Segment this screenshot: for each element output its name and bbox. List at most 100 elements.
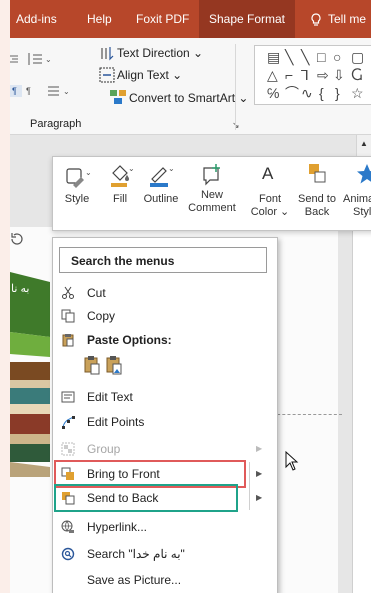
menu-item-label: Cut (87, 286, 106, 300)
menu-item-edit-points[interactable]: Edit Points (53, 410, 277, 434)
rectangle-shape-icon[interactable]: □ (317, 50, 325, 64)
scrollbar-thumb[interactable] (352, 230, 371, 593)
animation-line1: Animati (343, 193, 371, 205)
tab-foxit-pdf[interactable]: Foxit PDF (136, 0, 189, 38)
new-comment-line1: New (200, 189, 223, 201)
line-shape-icon[interactable]: ╲ (285, 50, 293, 64)
context-menu: Search the menus Cut Copy Paste Options:… (52, 237, 278, 593)
svg-text:A: A (262, 164, 274, 183)
submenu-arrow-icon: ▶ (256, 444, 263, 453)
send-back-icon (62, 492, 75, 505)
align-list-icon[interactable]: ⌄ (47, 84, 73, 101)
connector-shape-icon[interactable]: ⅂ (301, 68, 309, 82)
ribbon-separator (235, 44, 236, 130)
send-to-back-line1: Send to (298, 193, 336, 205)
align-text-button[interactable]: Align Text ⌄ (117, 68, 182, 82)
convert-smartart-button[interactable]: Convert to SmartArt ⌄ (129, 91, 248, 105)
tab-help[interactable]: Help (87, 0, 112, 38)
powerpoint-window: Add-ins Help Foxit PDF Shape Format Tell… (10, 0, 371, 593)
lightbulb-icon (311, 13, 321, 26)
scroll-up-icon[interactable]: ▲ (360, 139, 368, 148)
slide-title-text: به نا (11, 283, 30, 295)
style-button[interactable]: ⌄ Style (55, 157, 99, 230)
send-to-back-button[interactable]: Send to Back (293, 157, 341, 230)
menu-item-bring-to-front[interactable]: Bring to Front ▶ (53, 462, 277, 486)
tell-me-label: Tell me (328, 12, 367, 26)
tab-shape-format[interactable]: Shape Format (199, 0, 295, 38)
mouse-cursor-icon (285, 451, 299, 471)
bring-front-submenu-split[interactable] (249, 462, 274, 486)
textbox-shape-icon[interactable]: ▤ (267, 50, 280, 64)
shape-guide-line (272, 414, 342, 415)
svg-text:¶: ¶ (12, 86, 17, 96)
fill-bucket-icon: ⌄ (111, 164, 134, 187)
font-color-icon: A (262, 164, 274, 183)
paragraph-group-label: Paragraph (30, 118, 82, 130)
tell-me-box[interactable]: Tell me (310, 0, 366, 38)
freeform-shape-icon[interactable]: ℅ (267, 86, 279, 100)
menu-item-paste-options: Paste Options: (53, 328, 277, 352)
outline-pen-icon: ⌄ (150, 164, 175, 187)
menu-item-edit-text[interactable]: Edit Text (53, 385, 277, 409)
brace-right-shape-icon[interactable]: } (335, 86, 340, 100)
elbow-shape-icon[interactable]: ⌐ (285, 68, 293, 82)
search-menus-input[interactable]: Search the menus (59, 247, 267, 273)
copy-icon (61, 309, 75, 323)
outline-button[interactable]: ⌄ Outline (139, 157, 183, 230)
new-comment-label: New Comment (187, 189, 237, 215)
scissors-icon (62, 286, 74, 299)
paste-icon (62, 334, 74, 347)
menu-item-label: Group (87, 442, 121, 456)
new-comment-button[interactable]: New Comment (187, 157, 237, 230)
menu-item-search[interactable]: Search "به نام خدا" (53, 542, 277, 566)
animation-styles-label: AnimatiStyles (343, 193, 371, 219)
menu-item-copy[interactable]: Copy (53, 304, 277, 328)
wave-shape-icon[interactable]: ∿ (301, 86, 313, 100)
menu-item-label: Bring to Front (87, 467, 160, 481)
animation-star-icon (357, 164, 371, 184)
shapes-gallery[interactable]: ▤ ╲ ╲ □ ○ ▢ △ ⌐ ⅂ ⇨ ⇩ Ⴚ ℅ ⌒ ∿ { } ☆ (254, 45, 371, 105)
search-icon (61, 547, 75, 561)
text-direction-label: Text Direction (117, 46, 190, 60)
slide-picture[interactable]: به نا (10, 262, 50, 477)
fill-button[interactable]: ⌄ Fill (101, 157, 139, 230)
rtl-icon[interactable]: ¶ ¶ (10, 84, 40, 101)
menu-item-send-to-back[interactable]: Send to Back ▶ (53, 486, 277, 510)
brace-left-shape-icon[interactable]: { (319, 86, 324, 100)
menu-item-label: Search "به نام خدا" (87, 547, 185, 561)
down-arrow-shape-icon[interactable]: ⇩ (333, 68, 345, 82)
svg-text:⌄: ⌄ (168, 164, 175, 173)
comment-icon (203, 164, 220, 186)
style-icon: ⌄ (66, 168, 91, 188)
text-direction-button[interactable]: Text Direction ⌄ (117, 46, 203, 60)
align-right-icon[interactable] (10, 54, 18, 69)
animation-styles-button[interactable]: AnimatiStyles (341, 157, 371, 230)
convert-smartart-label: Convert to SmartArt (129, 91, 236, 105)
ribbon-tab-bar: Add-ins Help Foxit PDF Shape Format Tell… (10, 0, 371, 38)
menu-item-save-as-picture[interactable]: Save as Picture... (53, 568, 277, 592)
send-back-submenu-split[interactable] (249, 486, 274, 510)
curve-shape-icon[interactable]: Ⴚ (351, 68, 362, 82)
line-spacing-icon[interactable]: ⌄ (26, 52, 52, 69)
triangle-shape-icon[interactable]: △ (267, 68, 278, 82)
rounded-rect-shape-icon[interactable]: ▢ (351, 50, 364, 64)
menu-item-cut[interactable]: Cut (53, 281, 277, 305)
align-text-label: Align Text (117, 68, 169, 82)
font-color-button[interactable]: A Font Color ⌄ (249, 157, 291, 230)
menu-item-label: Edit Text (87, 390, 133, 404)
hyperlink-icon (61, 520, 74, 533)
rotate-handle-icon[interactable] (10, 232, 24, 249)
right-arrow-shape-icon[interactable]: ⇨ (317, 68, 329, 82)
arc-shape-icon[interactable]: ⌒ (285, 86, 299, 100)
star-shape-icon[interactable]: ☆ (351, 86, 364, 100)
paste-keep-formatting-icon[interactable] (83, 355, 101, 375)
menu-item-hyperlink[interactable]: Hyperlink... (53, 515, 277, 539)
tab-add-ins[interactable]: Add-ins (16, 0, 57, 38)
oval-shape-icon[interactable]: ○ (333, 50, 341, 64)
menu-item-label: Edit Points (87, 415, 145, 429)
line2-shape-icon[interactable]: ╲ (301, 50, 309, 64)
paste-picture-icon[interactable] (105, 355, 123, 375)
style-label: Style (64, 193, 90, 205)
fill-label: Fill (112, 193, 128, 205)
edit-text-icon (61, 391, 75, 403)
